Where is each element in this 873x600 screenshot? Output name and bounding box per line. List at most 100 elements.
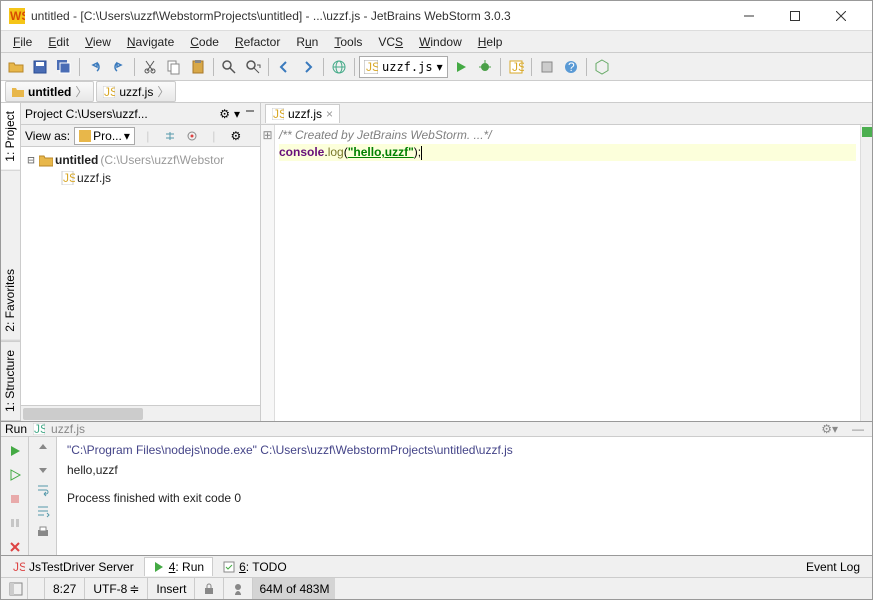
menu-run[interactable]: Run bbox=[288, 33, 326, 51]
toolbar-separator bbox=[134, 58, 135, 76]
run-config-combo[interactable]: JS uzzf.js ▾ bbox=[359, 56, 448, 78]
browser-button[interactable] bbox=[328, 56, 350, 78]
editor-content[interactable]: ⊞ /** Created by JetBrains WebStorm. ...… bbox=[261, 125, 872, 421]
bottom-tab-jstest[interactable]: JS JsTestDriver Server bbox=[5, 558, 142, 576]
code-area[interactable]: /** Created by JetBrains WebStorm. ...*/… bbox=[275, 125, 860, 421]
close-button[interactable] bbox=[818, 1, 864, 31]
minimize-button[interactable] bbox=[726, 1, 772, 31]
jstest-button[interactable]: JS bbox=[505, 56, 527, 78]
close-button[interactable] bbox=[5, 537, 25, 557]
run-output[interactable]: "C:\Program Files\nodejs\node.exe" C:\Us… bbox=[57, 437, 872, 557]
menu-edit[interactable]: Edit bbox=[40, 33, 77, 51]
autoscroll-button[interactable] bbox=[183, 127, 201, 145]
save-button[interactable] bbox=[29, 56, 51, 78]
status-encoding[interactable]: UTF-8 ≑ bbox=[84, 578, 147, 599]
text-cursor bbox=[421, 146, 422, 160]
menu-tools[interactable]: Tools bbox=[326, 33, 370, 51]
up-button[interactable] bbox=[36, 441, 50, 458]
editor-gutter[interactable]: ⊞ bbox=[261, 125, 275, 421]
menu-file[interactable]: File bbox=[5, 33, 40, 51]
maximize-button[interactable] bbox=[772, 1, 818, 31]
chevron-down-icon[interactable]: ▾ bbox=[234, 107, 240, 121]
debug-button[interactable] bbox=[474, 56, 496, 78]
soft-wrap-button[interactable] bbox=[36, 483, 50, 500]
breadcrumb-bar: untitled 〉 JS uzzf.js 〉 bbox=[1, 81, 872, 103]
nodejs-button[interactable] bbox=[591, 56, 613, 78]
forward-button[interactable] bbox=[297, 56, 319, 78]
settings-button[interactable] bbox=[536, 56, 558, 78]
cut-button[interactable] bbox=[139, 56, 161, 78]
main-area: 1: Project 2: Favorites 1: Structure Pro… bbox=[1, 103, 872, 421]
run-button[interactable] bbox=[450, 56, 472, 78]
status-toggle-panels[interactable] bbox=[5, 578, 27, 599]
toolbar-separator bbox=[268, 58, 269, 76]
status-lock-icon[interactable] bbox=[194, 578, 223, 599]
svg-text:JS: JS bbox=[512, 60, 524, 74]
js-file-icon: JS bbox=[103, 86, 115, 98]
collapse-icon[interactable]: ⊟ bbox=[25, 153, 37, 167]
paste-button[interactable] bbox=[187, 56, 209, 78]
menu-vcs[interactable]: VCS bbox=[370, 33, 411, 51]
horizontal-scrollbar[interactable] bbox=[21, 405, 260, 421]
side-tab-favorites[interactable]: 2: Favorites bbox=[1, 261, 20, 341]
folder-icon bbox=[12, 86, 24, 98]
run-nav-toolbar bbox=[29, 437, 57, 557]
pause-button[interactable] bbox=[5, 513, 25, 533]
replace-button[interactable] bbox=[242, 56, 264, 78]
bottom-tab-todo[interactable]: 6: TODO bbox=[215, 558, 295, 576]
svg-text:JS: JS bbox=[13, 561, 25, 573]
titlebar: WS untitled - [C:\Users\uzzf\WebstormPro… bbox=[1, 1, 872, 31]
toolbar-separator bbox=[586, 58, 587, 76]
marker-bar[interactable] bbox=[860, 125, 872, 421]
find-button[interactable] bbox=[218, 56, 240, 78]
todo-icon bbox=[223, 561, 235, 573]
rerun-button[interactable] bbox=[5, 441, 25, 461]
side-tab-project[interactable]: 1: Project bbox=[1, 103, 20, 171]
help-button[interactable]: ? bbox=[560, 56, 582, 78]
gear-icon[interactable]: ⚙ bbox=[219, 107, 230, 121]
menu-help[interactable]: Help bbox=[470, 33, 511, 51]
menu-refactor[interactable]: Refactor bbox=[227, 33, 288, 51]
tree-file-node[interactable]: JS uzzf.js bbox=[25, 169, 256, 187]
status-inspector-icon[interactable] bbox=[223, 578, 252, 599]
down-button[interactable] bbox=[36, 462, 50, 479]
rerun-debug-button[interactable] bbox=[5, 465, 25, 485]
run-actions-toolbar bbox=[1, 437, 29, 557]
tree-root-node[interactable]: ⊟ untitled (C:\Users\uzzf\Webstor bbox=[25, 151, 256, 169]
gear-icon[interactable]: ⚙▾ bbox=[817, 422, 842, 436]
hide-panel-button[interactable] bbox=[244, 106, 256, 121]
run-panel: Run JS uzzf.js ⚙▾ — "C:\Program Files\no… bbox=[1, 421, 872, 555]
js-file-icon: JS bbox=[61, 171, 75, 185]
status-position[interactable]: 8:27 bbox=[44, 578, 84, 599]
scroll-to-end-button[interactable] bbox=[36, 504, 50, 521]
copy-button[interactable] bbox=[163, 56, 185, 78]
status-memory[interactable]: 64M of 483M bbox=[252, 578, 335, 599]
menu-window[interactable]: Window bbox=[411, 33, 470, 51]
project-tree[interactable]: ⊟ untitled (C:\Users\uzzf\Webstor JS uzz… bbox=[21, 147, 260, 405]
settings-icon[interactable]: ⚙ bbox=[227, 127, 245, 145]
editor-tab-file[interactable]: JS uzzf.js × bbox=[265, 104, 340, 123]
menu-view[interactable]: View bbox=[77, 33, 119, 51]
bottom-tab-event-log[interactable]: Event Log bbox=[798, 558, 868, 576]
side-tab-structure[interactable]: 1: Structure bbox=[1, 341, 20, 421]
hide-panel-button[interactable]: — bbox=[848, 422, 868, 436]
breadcrumb-file[interactable]: JS uzzf.js 〉 bbox=[96, 81, 176, 102]
redo-button[interactable] bbox=[108, 56, 130, 78]
print-button[interactable] bbox=[36, 525, 50, 542]
fold-icon[interactable]: ⊞ bbox=[261, 127, 274, 144]
open-button[interactable] bbox=[5, 56, 27, 78]
status-insert-mode[interactable]: Insert bbox=[147, 578, 194, 599]
bottom-tab-run[interactable]: 4: Run bbox=[144, 557, 213, 576]
undo-button[interactable] bbox=[84, 56, 106, 78]
close-tab-button[interactable]: × bbox=[326, 107, 333, 121]
breadcrumb-project[interactable]: untitled 〉 bbox=[5, 81, 94, 102]
collapse-all-button[interactable] bbox=[161, 127, 179, 145]
back-button[interactable] bbox=[273, 56, 295, 78]
scrollbar-thumb[interactable] bbox=[23, 408, 143, 420]
menu-navigate[interactable]: Navigate bbox=[119, 33, 182, 51]
tree-root-location: (C:\Users\uzzf\Webstor bbox=[100, 153, 224, 167]
save-all-button[interactable] bbox=[53, 56, 75, 78]
menu-code[interactable]: Code bbox=[182, 33, 227, 51]
stop-button[interactable] bbox=[5, 489, 25, 509]
view-as-combo[interactable]: Pro... ▾ bbox=[74, 127, 135, 145]
